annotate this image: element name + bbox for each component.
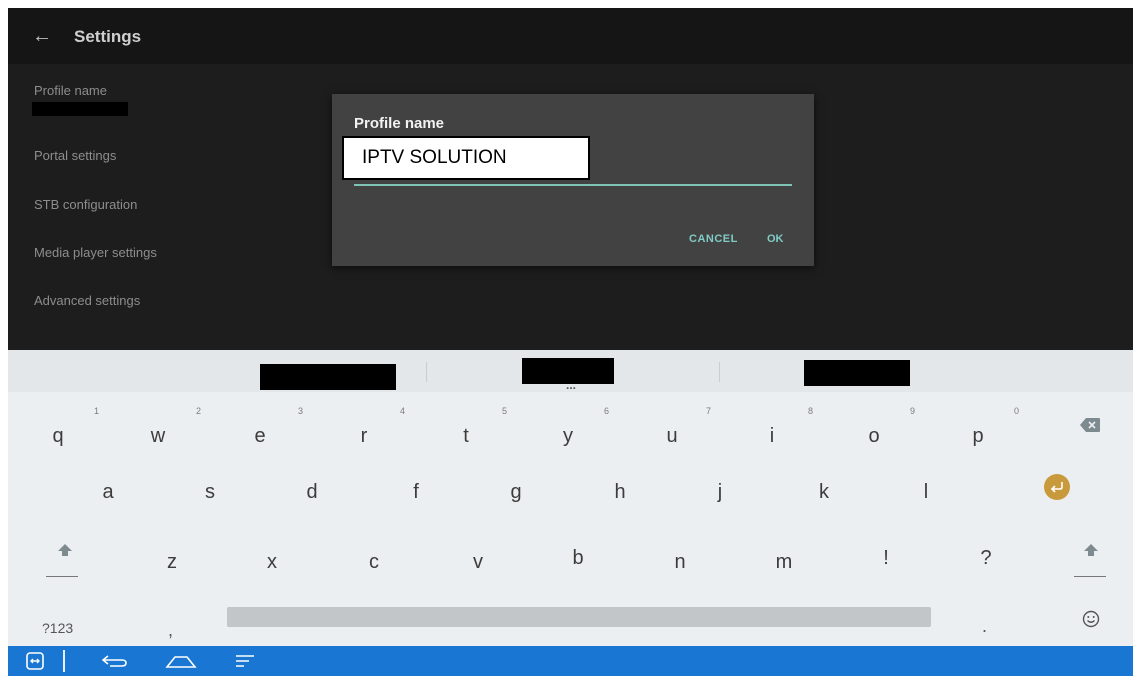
- key-b[interactable]: b: [558, 548, 598, 568]
- key-f[interactable]: f: [396, 482, 436, 502]
- nav-divider: [63, 650, 65, 672]
- system-nav-bar: [8, 646, 1133, 676]
- enter-button[interactable]: [1044, 474, 1070, 500]
- key-s[interactable]: s: [190, 482, 230, 502]
- shift-underline: [1074, 576, 1106, 577]
- key-h[interactable]: h: [600, 482, 640, 502]
- suggestion-bar: ...: [8, 350, 1133, 392]
- key-p[interactable]: p: [958, 426, 998, 446]
- key-hint: 6: [604, 406, 610, 416]
- key-y[interactable]: y: [548, 426, 588, 446]
- setting-stb-configuration[interactable]: STB configuration: [34, 197, 137, 212]
- key-hint: 0: [1014, 406, 1020, 416]
- suggestion-divider: [426, 362, 427, 382]
- page-title: Settings: [74, 27, 142, 46]
- ok-button[interactable]: OK: [767, 233, 784, 245]
- shift-right-icon[interactable]: [1076, 536, 1106, 566]
- key-z[interactable]: z: [152, 552, 192, 572]
- key-v[interactable]: v: [458, 552, 498, 572]
- app-bar: ← Settings: [8, 8, 1133, 64]
- setting-media-player[interactable]: Media player settings: [34, 245, 157, 260]
- spacebar[interactable]: [227, 607, 931, 627]
- key-g[interactable]: g: [496, 482, 536, 502]
- back-icon[interactable]: [100, 651, 130, 671]
- setting-profile-name[interactable]: Profile name: [34, 83, 107, 98]
- key-c[interactable]: c: [354, 552, 394, 572]
- profile-name-dialog: Profile name IPTV SOLUTION CANCEL OK: [332, 94, 814, 266]
- home-icon[interactable]: [164, 651, 198, 671]
- recents-icon[interactable]: [234, 651, 256, 671]
- key-t[interactable]: t: [446, 426, 486, 446]
- symbols-mode-key[interactable]: ?123: [42, 620, 73, 636]
- key-question[interactable]: ?: [966, 548, 1006, 568]
- key-a[interactable]: a: [88, 482, 128, 502]
- soft-keyboard: ... q 1 w 2 e 3 r 4 t 5 y 6 u 7 i 8 o 9 …: [8, 350, 1133, 646]
- dialog-title: Profile name: [354, 115, 445, 132]
- setting-portal-settings[interactable]: Portal settings: [34, 148, 116, 163]
- emoji-icon[interactable]: [1082, 610, 1100, 628]
- key-u[interactable]: u: [652, 426, 692, 446]
- suggestion-divider: [719, 362, 720, 382]
- key-e[interactable]: e: [240, 426, 280, 446]
- shift-underline: [46, 576, 78, 577]
- key-q[interactable]: q: [38, 426, 78, 446]
- suggestion-1-redacted[interactable]: [260, 364, 396, 390]
- backspace-icon[interactable]: [1080, 418, 1100, 432]
- key-w[interactable]: w: [138, 426, 178, 446]
- shift-left-icon[interactable]: [50, 536, 80, 566]
- key-hint: 5: [502, 406, 508, 416]
- device-screen: ← Settings Profile name Portal settings …: [8, 8, 1133, 676]
- key-x[interactable]: x: [252, 552, 292, 572]
- key-hint: 7: [706, 406, 712, 416]
- profile-name-input[interactable]: IPTV SOLUTION: [342, 136, 590, 180]
- key-l[interactable]: l: [906, 482, 946, 502]
- key-d[interactable]: d: [292, 482, 332, 502]
- arrow-left-icon[interactable]: ←: [32, 26, 52, 46]
- key-i[interactable]: i: [752, 426, 792, 446]
- input-underline: [354, 184, 792, 186]
- cancel-button[interactable]: CANCEL: [689, 233, 738, 245]
- key-k[interactable]: k: [804, 482, 844, 502]
- setting-advanced[interactable]: Advanced settings: [34, 293, 140, 308]
- key-hint: 1: [94, 406, 100, 416]
- enter-icon: [1050, 482, 1063, 493]
- key-hint: 4: [400, 406, 406, 416]
- key-exclamation[interactable]: !: [866, 548, 906, 568]
- key-r[interactable]: r: [344, 426, 384, 446]
- more-suggestions-indicator[interactable]: ...: [566, 378, 576, 392]
- redacted-profile-value: [32, 102, 128, 116]
- input-method-icon[interactable]: [26, 652, 44, 670]
- key-hint: 3: [298, 406, 304, 416]
- key-m[interactable]: m: [764, 552, 804, 572]
- key-hint: 8: [808, 406, 814, 416]
- key-hint: 2: [196, 406, 202, 416]
- key-comma[interactable]: ,: [168, 620, 173, 641]
- key-j[interactable]: j: [700, 482, 740, 502]
- suggestion-3-redacted[interactable]: [804, 360, 910, 386]
- key-o[interactable]: o: [854, 426, 894, 446]
- key-hint: 9: [910, 406, 916, 416]
- key-n[interactable]: n: [660, 552, 700, 572]
- key-period[interactable]: .: [982, 616, 987, 637]
